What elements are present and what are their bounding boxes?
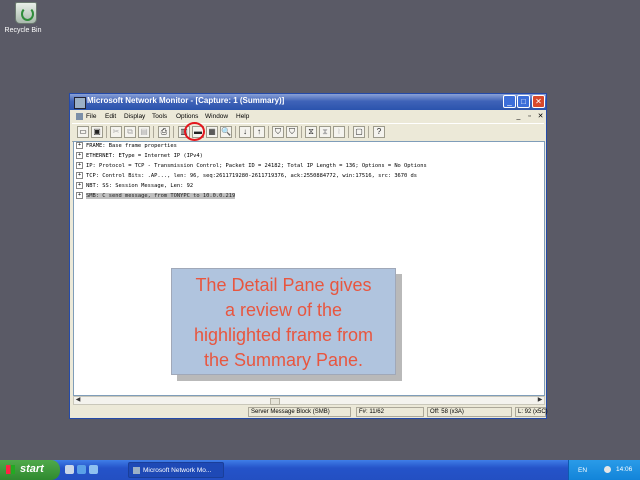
new-capture-icon[interactable]: ▭ (77, 126, 89, 138)
highlight-circle (184, 122, 205, 141)
window-title: Microsoft Network Monitor - [Capture: 1 … (87, 96, 285, 105)
expand-icon[interactable]: + (76, 142, 83, 149)
detail-row-selected[interactable]: + SMB: C send message, from TONYPC to 10.… (76, 192, 236, 201)
network-monitor-app-icon (133, 467, 140, 474)
find-next-icon[interactable]: ⧘ (333, 126, 345, 138)
callout-line: the Summary Pane. (203, 350, 364, 370)
maximize-button[interactable]: □ (517, 95, 530, 108)
expand-icon[interactable]: + (76, 172, 83, 179)
status-frame: F#: 11/62 (356, 407, 424, 417)
display-filter-icon[interactable]: ⛉ (286, 126, 298, 138)
paste-icon[interactable]: ▤ (138, 126, 150, 138)
hex-pane-icon[interactable]: ▦ (206, 126, 218, 138)
detail-row[interactable]: + IP: Protocol = TCP - Transmission Contr… (76, 162, 427, 171)
close-button[interactable]: ✕ (532, 95, 545, 108)
filter-icon[interactable]: ⛉ (272, 126, 284, 138)
recycle-bin-icon (15, 2, 37, 24)
menu-file[interactable]: File (86, 113, 96, 120)
callout-line: highlighted frame from (193, 325, 374, 345)
recycle-bin-desktop-icon[interactable]: Recycle Bin (5, 2, 46, 34)
find-icon[interactable]: ⧖ (305, 126, 317, 138)
menu-tools[interactable]: Tools (152, 113, 167, 120)
scroll-right-icon[interactable]: ▶ (536, 397, 544, 404)
windows-logo-icon (6, 465, 15, 474)
next-frame-icon[interactable]: ↓ (239, 126, 251, 138)
menu-help[interactable]: Help (236, 113, 249, 120)
scroll-thumb[interactable] (270, 398, 280, 405)
detail-row[interactable]: + TCP: Control Bits: .AP..., len: 96, seq… (76, 172, 417, 181)
expand-icon[interactable]: + (76, 162, 83, 169)
network-monitor-app-icon[interactable] (74, 97, 86, 109)
print-icon[interactable]: ⎙ (158, 126, 170, 138)
clock[interactable]: 14:06 (616, 466, 632, 473)
child-close-button[interactable]: ✕ (536, 112, 545, 121)
internet-explorer-icon[interactable] (77, 465, 86, 474)
tray-icon[interactable] (604, 466, 611, 473)
task-label: Microsoft Network Mo... (143, 467, 212, 474)
expand-icon[interactable]: + (76, 152, 83, 159)
taskbar-network-monitor-button[interactable]: Microsoft Network Mo... (128, 462, 224, 478)
system-tray: EN 14:06 (568, 460, 640, 480)
copy-icon[interactable]: ⧉ (124, 126, 136, 138)
expand-icon[interactable]: + (76, 182, 83, 189)
menu-display[interactable]: Display (124, 113, 145, 120)
detail-pane-callout: The Detail Pane gives a review of the hi… (171, 268, 396, 375)
status-length: L: 92 (x5C) (515, 407, 548, 417)
menu-edit[interactable]: Edit (105, 113, 116, 120)
show-desktop-icon[interactable] (65, 465, 74, 474)
explorer-icon[interactable] (89, 465, 98, 474)
scroll-left-icon[interactable]: ◀ (74, 397, 82, 404)
start-button[interactable]: start (0, 460, 60, 480)
detail-row[interactable]: + FRAME: Base frame properties (76, 142, 177, 151)
window-title-bar[interactable]: Microsoft Network Monitor - [Capture: 1 … (70, 94, 546, 110)
save-icon[interactable]: ▣ (91, 126, 103, 138)
toolbar: ▭ ▣ ✂ ⧉ ▤ ⎙ ▥ ▬ ▦ 🔍 ↓ ↑ ⛉ ⛉ ⧖ ⧗ ⧘ ▢ ? (72, 122, 544, 142)
taskbar: start Microsoft Network Mo... EN 14:06 (0, 460, 640, 480)
previous-frame-icon[interactable]: ↑ (253, 126, 265, 138)
window-icon[interactable]: ▢ (353, 126, 365, 138)
detail-row[interactable]: + NBT: SS: Session Message, Len: 92 (76, 182, 193, 191)
menu-options[interactable]: Options (176, 113, 198, 120)
child-minimize-button[interactable]: _ (514, 112, 523, 121)
status-bar: Server Message Block (SMB) F#: 11/62 Off… (70, 406, 548, 418)
status-protocol: Server Message Block (SMB) (248, 407, 351, 417)
callout-line: The Detail Pane gives (195, 275, 372, 295)
horizontal-scrollbar[interactable]: ◀ ▶ (73, 396, 545, 405)
cut-icon[interactable]: ✂ (110, 126, 122, 138)
detail-row[interactable]: + ETHERNET: EType = Internet IP (IPv4) (76, 152, 203, 161)
recycle-bin-label: Recycle Bin (4, 27, 42, 34)
start-label: start (20, 463, 44, 475)
minimize-button[interactable]: _ (503, 95, 516, 108)
zoom-icon[interactable]: 🔍 (220, 126, 232, 138)
child-restore-button[interactable]: ▫ (525, 112, 534, 121)
status-offset: Off: 58 (x3A) (427, 407, 512, 417)
expand-icon[interactable]: + (76, 192, 83, 199)
language-indicator[interactable]: EN (578, 467, 587, 474)
menu-window[interactable]: Window (205, 113, 228, 120)
find-previous-icon[interactable]: ⧗ (319, 126, 331, 138)
document-icon[interactable] (76, 113, 83, 120)
help-icon[interactable]: ? (373, 126, 385, 138)
menu-bar: File Edit Display Tools Options Window H… (70, 111, 546, 123)
callout-line: a review of the (224, 300, 343, 320)
